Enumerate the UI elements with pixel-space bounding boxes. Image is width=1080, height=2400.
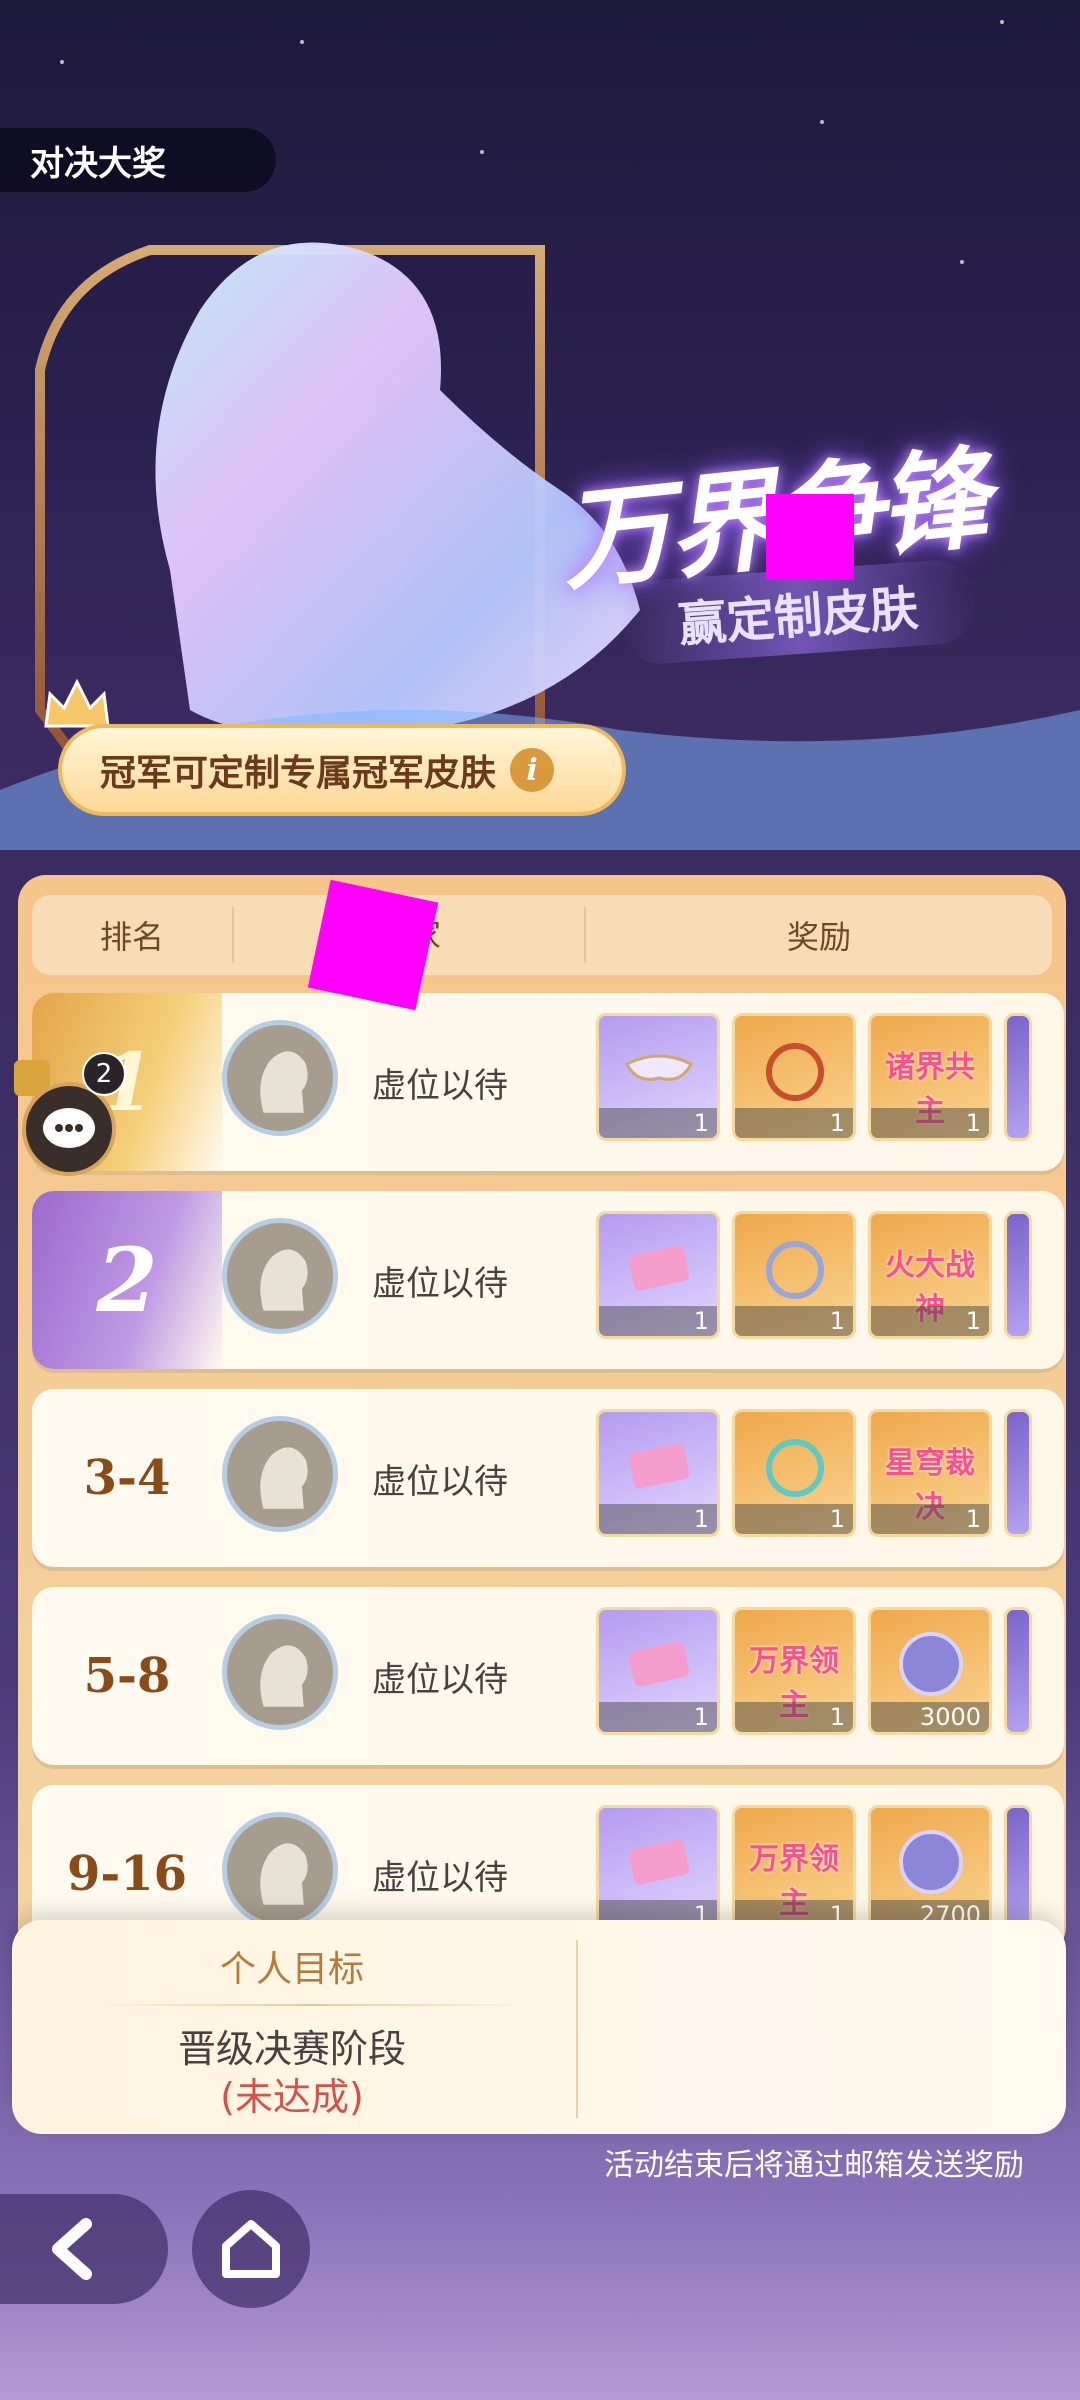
- reward-item-frame[interactable]: 1: [732, 1211, 856, 1339]
- home-button[interactable]: [192, 2190, 310, 2308]
- reward-list: 1 1 诸界共主 1: [596, 1013, 1032, 1153]
- home-icon: [222, 2220, 280, 2278]
- reward-item-more: [1004, 1607, 1032, 1735]
- magenta-marker: [766, 494, 854, 580]
- divider: [576, 1940, 578, 2118]
- reward-item-title[interactable]: 火大战神 1: [868, 1211, 992, 1339]
- reward-list: 1 1 火大战神 1: [596, 1211, 1032, 1351]
- champion-note-bar[interactable]: 冠军可定制专属冠军皮肤 i: [58, 724, 626, 816]
- back-arrow-icon: [52, 2218, 92, 2280]
- reward-list: 1 万界领主 1 3000: [596, 1607, 1032, 1747]
- reward-list: 1 1 星穹裁决 1: [596, 1409, 1032, 1549]
- reward-item-ticket[interactable]: 1: [596, 1805, 720, 1933]
- magenta-marker: [307, 879, 439, 1011]
- table-row[interactable]: 5-8 虚位以待 1 万界领主 1 3000: [32, 1587, 1064, 1765]
- reward-item-title[interactable]: 诸界共主 1: [868, 1013, 992, 1141]
- target-title: 个人目标: [219, 1949, 364, 1990]
- rank-cell: 5-8: [83, 1648, 171, 1704]
- player-name: 虚位以待: [372, 1659, 508, 1700]
- chat-count-badge: 2: [82, 1052, 126, 1096]
- personal-target-card: 个人目标 晋级决赛阶段 (未达成): [12, 1920, 1066, 2134]
- chat-icon[interactable]: [22, 1082, 116, 1176]
- reward-item-more: [1004, 1013, 1032, 1141]
- avatar: [222, 1416, 338, 1532]
- reward-item-title[interactable]: 万界领主 1: [732, 1805, 856, 1933]
- table-header: 排名 玩家 奖励: [32, 895, 1052, 975]
- divider: [92, 2004, 532, 2006]
- mail-note: 活动结束后将通过邮箱发送奖励: [604, 2148, 1024, 2183]
- reward-item-frame[interactable]: 1: [732, 1409, 856, 1537]
- reward-item-title[interactable]: 星穹裁决 1: [868, 1409, 992, 1537]
- reward-item-ticket[interactable]: 1: [596, 1409, 720, 1537]
- reward-item-mask[interactable]: 1: [596, 1013, 720, 1141]
- avatar: [222, 1218, 338, 1334]
- info-icon[interactable]: i: [510, 748, 555, 792]
- avatar: [222, 1020, 338, 1136]
- player-name: 虚位以待: [372, 1263, 508, 1304]
- table-row[interactable]: 1 虚位以待 1 1 诸界共主 1: [32, 993, 1064, 1171]
- reward-item-more: [1004, 1211, 1032, 1339]
- rank-cell: 3-4: [83, 1450, 171, 1506]
- reward-item-ticket[interactable]: 1: [596, 1211, 720, 1339]
- back-button[interactable]: [0, 2194, 168, 2304]
- col-reward: 奖励: [786, 918, 851, 956]
- reward-item-ticket[interactable]: 1: [596, 1607, 720, 1735]
- reward-item-coin[interactable]: 3000: [868, 1607, 992, 1735]
- reward-item-coin[interactable]: 2700: [868, 1805, 992, 1933]
- target-status: (未达成): [220, 2075, 364, 2119]
- avatar: [222, 1812, 338, 1928]
- reward-item-frame[interactable]: 1: [732, 1013, 856, 1141]
- reward-item-title[interactable]: 万界领主 1: [732, 1607, 856, 1735]
- table-row[interactable]: 2 虚位以待 1 1 火大战神 1: [32, 1191, 1064, 1369]
- reward-item-more: [1004, 1409, 1032, 1537]
- champion-note-text: 冠军可定制专属冠军皮肤: [100, 753, 497, 794]
- player-name: 虚位以待: [372, 1461, 508, 1502]
- reward-item-more: [1004, 1805, 1032, 1933]
- ranking-panel: 排名 玩家 奖励 1 虚位以待 1 1 诸界共主 1 2: [18, 875, 1066, 1955]
- avatar: [222, 1614, 338, 1730]
- col-rank: 排名: [99, 918, 164, 956]
- page-title: 对决大奖: [0, 128, 276, 192]
- player-name: 虚位以待: [372, 1065, 508, 1106]
- rank-cell: 2: [32, 1191, 222, 1369]
- target-goal: 晋级决赛阶段: [177, 2027, 406, 2071]
- table-row[interactable]: 3-4 虚位以待 1 1 星穹裁决 1: [32, 1389, 1064, 1567]
